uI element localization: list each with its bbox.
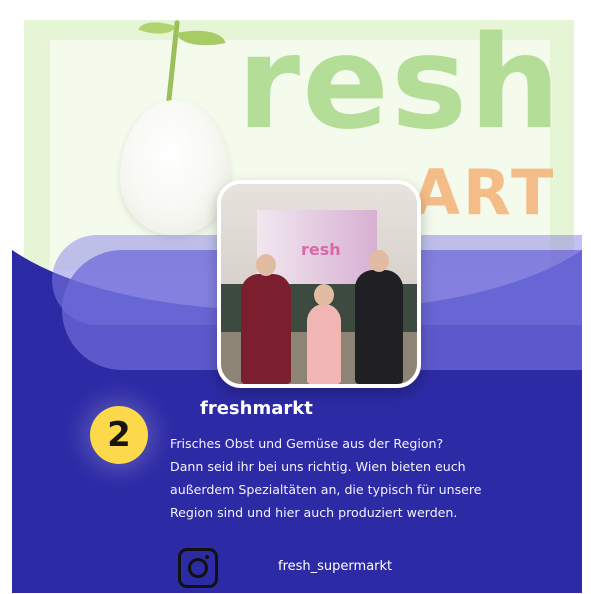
logo-subtitle: ART — [412, 156, 557, 229]
person-right — [355, 270, 403, 384]
instagram-icon-dot — [205, 555, 209, 559]
post-description: Frisches Obst und Gemüse aus der Region?… — [170, 432, 582, 524]
description-line: Frisches Obst und Gemüse aus der Region? — [170, 436, 444, 451]
post-title: freshmarkt — [200, 398, 313, 419]
description-line: Region sind und hier auch produziert wer… — [170, 505, 458, 520]
instagram-icon[interactable] — [178, 548, 218, 588]
logo-wordmark: resh — [237, 10, 563, 158]
instagram-handle[interactable]: fresh_supermarkt — [278, 559, 392, 574]
person-head — [369, 250, 389, 272]
projection-logo: resh — [301, 240, 341, 259]
person-head — [314, 284, 334, 306]
post-card: resh ART resh 2 freshmarkt Frisches Obst… — [12, 10, 582, 593]
description-line: Dann seid ihr bei uns richtig. Wien biet… — [170, 459, 466, 474]
person-middle — [307, 304, 341, 384]
number-badge: 2 — [90, 406, 148, 464]
person-left — [241, 274, 291, 384]
team-photo[interactable]: resh — [217, 180, 421, 388]
description-line: außerdem Spezialtäten an, die typisch fü… — [170, 482, 482, 497]
person-head — [256, 254, 276, 276]
